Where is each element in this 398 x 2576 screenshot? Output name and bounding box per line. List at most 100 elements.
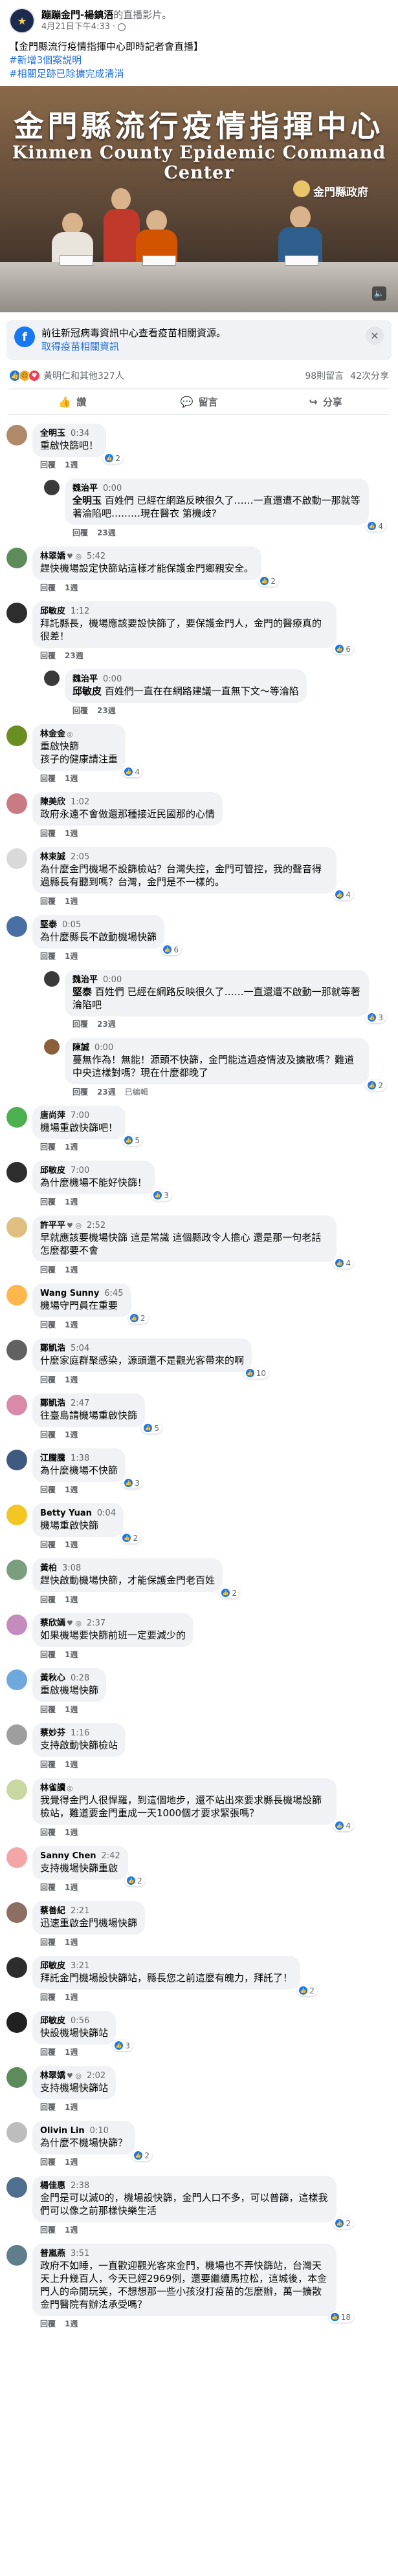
reply-link[interactable]: 回覆 [40,896,56,907]
avatar[interactable] [6,2245,27,2266]
avatar[interactable] [6,1847,27,1868]
avatar[interactable] [6,1560,27,1580]
commenter-name[interactable]: 林雀讀 [40,1783,65,1793]
comment-reaction-count[interactable]: 👍 18 [328,2312,353,2323]
reply-link[interactable]: 回覆 [40,1319,56,1330]
reply-link[interactable]: 回覆 [40,1374,56,1385]
avatar[interactable] [6,2122,27,2143]
commenter-name[interactable]: 林翠嬌 [40,2071,65,2081]
mention-link[interactable]: 堅泰 [72,986,92,998]
avatar[interactable] [44,971,60,987]
reply-link[interactable]: 回覆 [40,1759,56,1770]
comment-reaction-count[interactable]: 👍 3 [366,1012,386,1023]
author-name[interactable]: 蹦蹦金門-楊鎮浯 [41,9,113,21]
reply-link[interactable]: 回覆 [40,1991,56,2002]
reply-link[interactable]: 回覆 [40,828,56,839]
comment-reaction-count[interactable]: 👍 5 [122,1135,143,1146]
video-timestamp[interactable]: 0:00 [94,1043,113,1053]
comment-button[interactable]: 💬 留言 [136,389,263,414]
comment-reaction-count[interactable]: 👍 4 [122,766,143,777]
video-timestamp[interactable]: 7:00 [71,1166,89,1175]
commenter-name[interactable]: 全明玉 [40,429,65,438]
commenter-name[interactable]: 堅泰 [40,920,57,930]
reply-link[interactable]: 回覆 [40,459,56,470]
avatar[interactable] [6,1450,27,1470]
vaccine-info-link[interactable]: 取得疫苗相關資訊 [41,340,359,354]
avatar[interactable] [6,1285,27,1305]
commenter-name[interactable]: 唐尚萍 [40,1111,65,1121]
video-timestamp[interactable]: 0:05 [62,920,81,930]
comment-reaction-count[interactable]: 👍 6 [161,944,182,955]
commenter-name[interactable]: 蔡欣嫣 [40,1618,65,1628]
avatar[interactable] [6,1505,27,1525]
commenter-name[interactable]: 蔡善紀 [40,1906,65,1916]
comment-reaction-count[interactable]: 👍 4 [333,889,353,900]
comment-reaction-count[interactable]: 👍 2 [366,1080,386,1091]
video-timestamp[interactable]: 0:00 [103,484,122,493]
video-timestamp[interactable]: 2:38 [71,2181,89,2191]
comment-reaction-count[interactable]: 👍 2 [125,1875,145,1886]
comment-reaction-count[interactable]: 👍 2 [219,1587,240,1598]
reply-link[interactable]: 回覆 [40,1882,56,1893]
commenter-name[interactable]: 普嵐燕 [40,2249,65,2259]
avatar[interactable] [6,1162,27,1183]
reply-link[interactable]: 回覆 [40,582,56,593]
comment-reaction-count[interactable]: 👍 2 [333,2218,353,2229]
avatar[interactable] [6,793,27,814]
video-timestamp[interactable]: 0:10 [90,2126,109,2136]
video-timestamp[interactable]: 2:47 [71,1399,89,1408]
video-timestamp[interactable]: 0:28 [71,1673,89,1683]
page-avatar[interactable]: ★ [9,8,35,34]
avatar[interactable] [6,1217,27,1238]
share-button[interactable]: ↪ 分享 [262,389,389,414]
commenter-name[interactable]: 林翠嬌 [40,552,65,561]
video-timestamp[interactable]: 2:37 [87,1618,105,1628]
like-button[interactable]: 👍 讚 [9,389,136,414]
reply-link[interactable]: 回覆 [40,1196,56,1207]
avatar[interactable] [6,1615,27,1635]
commenter-name[interactable]: 許平平 [40,1221,65,1230]
comment-reaction-count[interactable]: 👍 10 [243,1368,269,1379]
video-timestamp[interactable]: 2:21 [71,1906,89,1916]
reply-link[interactable]: 回覆 [40,1539,56,1550]
reply-link[interactable]: 回覆 [40,650,56,661]
commenter-name[interactable]: 林束誠 [40,852,65,862]
reply-link[interactable]: 回覆 [72,1086,88,1097]
video-timestamp[interactable]: 6:45 [104,1289,123,1298]
mention-link[interactable]: 全明玉 [72,495,102,506]
video-timestamp[interactable]: 3:21 [71,1961,89,1971]
video-timestamp[interactable]: 1:38 [71,1454,89,1463]
avatar[interactable] [6,603,27,623]
reply-link[interactable]: 回覆 [40,2224,56,2235]
video-timestamp[interactable]: 2:02 [87,2071,105,2081]
reply-link[interactable]: 回覆 [40,2046,56,2057]
avatar[interactable] [6,1107,27,1128]
reply-link[interactable]: 回覆 [40,2318,56,2329]
commenter-name[interactable]: Olivin Lin [40,2126,85,2136]
comment-reaction-count[interactable]: 👍 2 [127,1313,148,1324]
commenter-name[interactable]: 鄭凱浩 [40,1399,65,1408]
video-timestamp[interactable]: 5:42 [87,552,105,561]
comment-reaction-count[interactable]: 👍 2 [132,2150,153,2161]
commenter-name[interactable]: 邱敏皮 [40,1166,65,1175]
video-timestamp[interactable]: 0:04 [97,1508,116,1518]
video-timestamp[interactable]: 0:00 [103,975,122,985]
shares-count[interactable]: 42次分享 [350,369,389,382]
avatar[interactable] [6,548,27,568]
video-timestamp[interactable]: 0:00 [103,674,122,684]
commenter-name[interactable]: 蔡妙芬 [40,1728,65,1738]
speaker-icon[interactable]: 🔈 [372,286,386,301]
reply-link[interactable]: 回覆 [72,527,88,538]
comment-reaction-count[interactable]: 👍 4 [333,1258,353,1269]
video-timestamp[interactable]: 2:52 [87,1221,105,1230]
avatar[interactable] [44,480,60,495]
commenter-name[interactable]: 魏治平 [72,975,98,985]
commenter-name[interactable]: 黃秋心 [40,1673,65,1683]
avatar[interactable] [6,1779,27,1800]
commenter-name[interactable]: 魏治平 [72,674,98,684]
avatar[interactable] [6,1902,27,1923]
reply-link[interactable]: 回覆 [40,1264,56,1275]
video-timestamp[interactable]: 5:04 [71,1344,89,1353]
comment-reaction-count[interactable]: 👍 2 [103,453,124,464]
reply-link[interactable]: 回覆 [40,1141,56,1152]
